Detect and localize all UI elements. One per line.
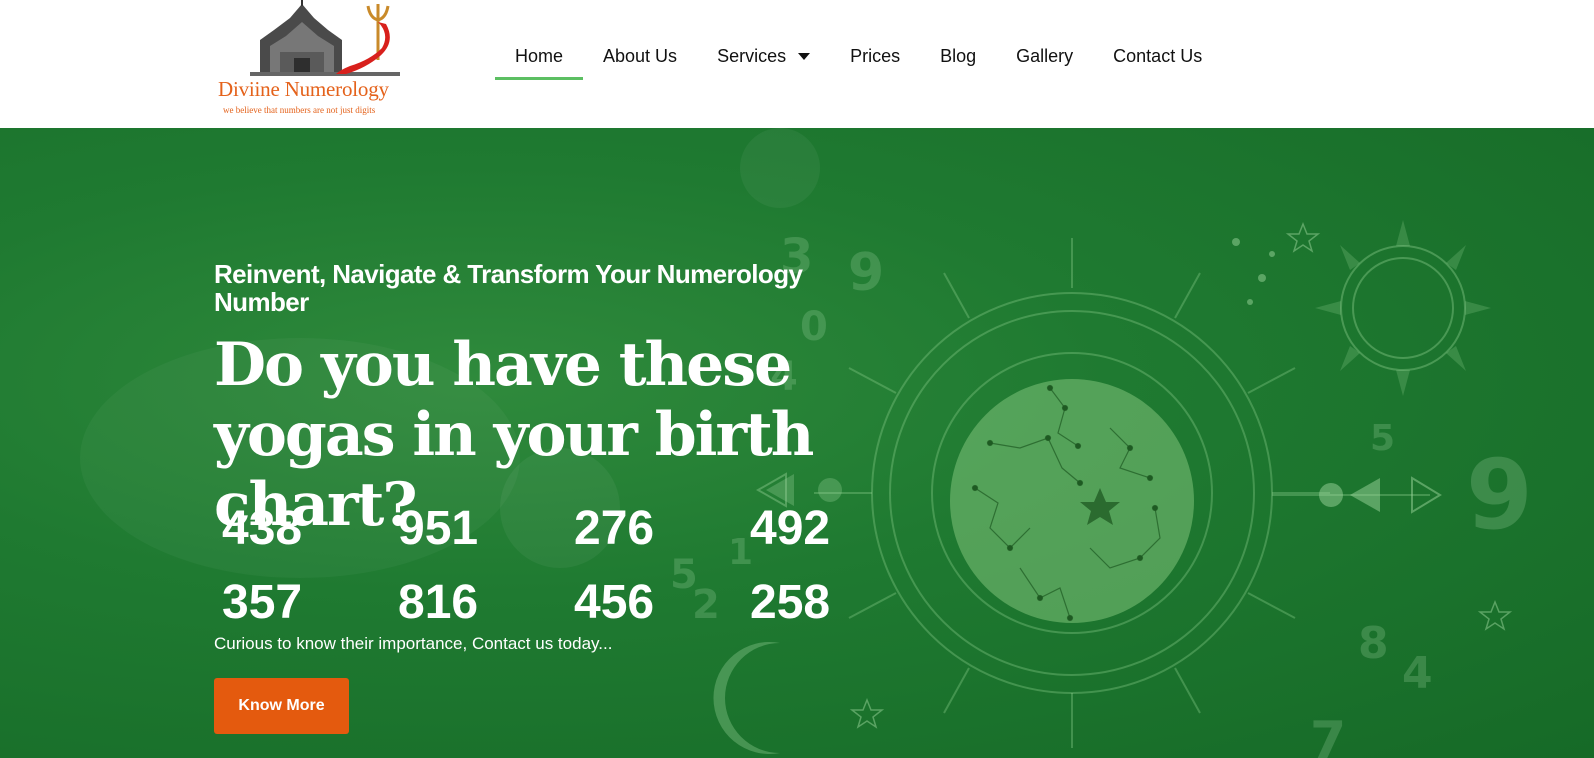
bg-digit: 8 xyxy=(1358,618,1389,669)
bg-digit: 7 xyxy=(1310,711,1346,758)
nav-item-contact-us[interactable]: Contact Us xyxy=(1093,38,1222,74)
nav-item-about-us[interactable]: About Us xyxy=(583,38,697,74)
yoga-number: 951 xyxy=(398,502,479,555)
nav-item-prices[interactable]: Prices xyxy=(830,38,920,74)
nav-item-blog[interactable]: Blog xyxy=(920,38,996,74)
bg-digit: 5 xyxy=(1370,418,1395,459)
yoga-numbers-grid: 438 951 276 492 357 816 456 258 xyxy=(222,494,942,638)
caret-down-icon xyxy=(798,53,811,60)
nav-item-label: Gallery xyxy=(1016,46,1074,66)
yoga-number: 258 xyxy=(750,576,831,629)
hero-eyebrow: Reinvent, Navigate & Transform Your Nume… xyxy=(214,259,803,317)
nav-item-label: Contact Us xyxy=(1113,46,1203,66)
main-nav: Home About Us Services Prices Blog Galle… xyxy=(495,38,1222,82)
nav-item-services[interactable]: Services xyxy=(697,38,830,74)
yoga-number: 357 xyxy=(222,576,303,629)
bg-digit: 4 xyxy=(1402,648,1433,699)
nav-item-label: Services xyxy=(717,46,787,66)
yoga-number: 816 xyxy=(398,576,479,629)
hero-subtext: Curious to know their importance, Contac… xyxy=(214,634,613,653)
nav-item-label: Home xyxy=(515,46,564,66)
site-header: Diviine Numerology we believe that numbe… xyxy=(0,0,1594,128)
yoga-number: 492 xyxy=(750,502,831,555)
temple-logo-icon xyxy=(250,0,400,76)
brand-tagline: we believe that numbers are not just dig… xyxy=(223,105,376,115)
yoga-number: 456 xyxy=(574,576,655,629)
yoga-number: 438 xyxy=(222,502,303,555)
nav-item-label: Prices xyxy=(850,46,901,66)
nav-item-label: Blog xyxy=(940,46,977,66)
hero-section: 3 9 0 4 5 1 2 5 9 8 4 7 Reinvent, Naviga… xyxy=(0,128,1594,758)
nav-item-label: About Us xyxy=(603,46,678,66)
know-more-button[interactable]: Know More xyxy=(214,678,349,734)
bg-digit: 9 xyxy=(1466,439,1533,551)
nav-item-home[interactable]: Home xyxy=(495,38,584,80)
nav-item-gallery[interactable]: Gallery xyxy=(996,38,1093,74)
yoga-number: 276 xyxy=(574,502,655,555)
brand-logo[interactable]: Diviine Numerology we believe that numbe… xyxy=(218,0,418,122)
brand-name: Diviine Numerology xyxy=(218,77,389,101)
